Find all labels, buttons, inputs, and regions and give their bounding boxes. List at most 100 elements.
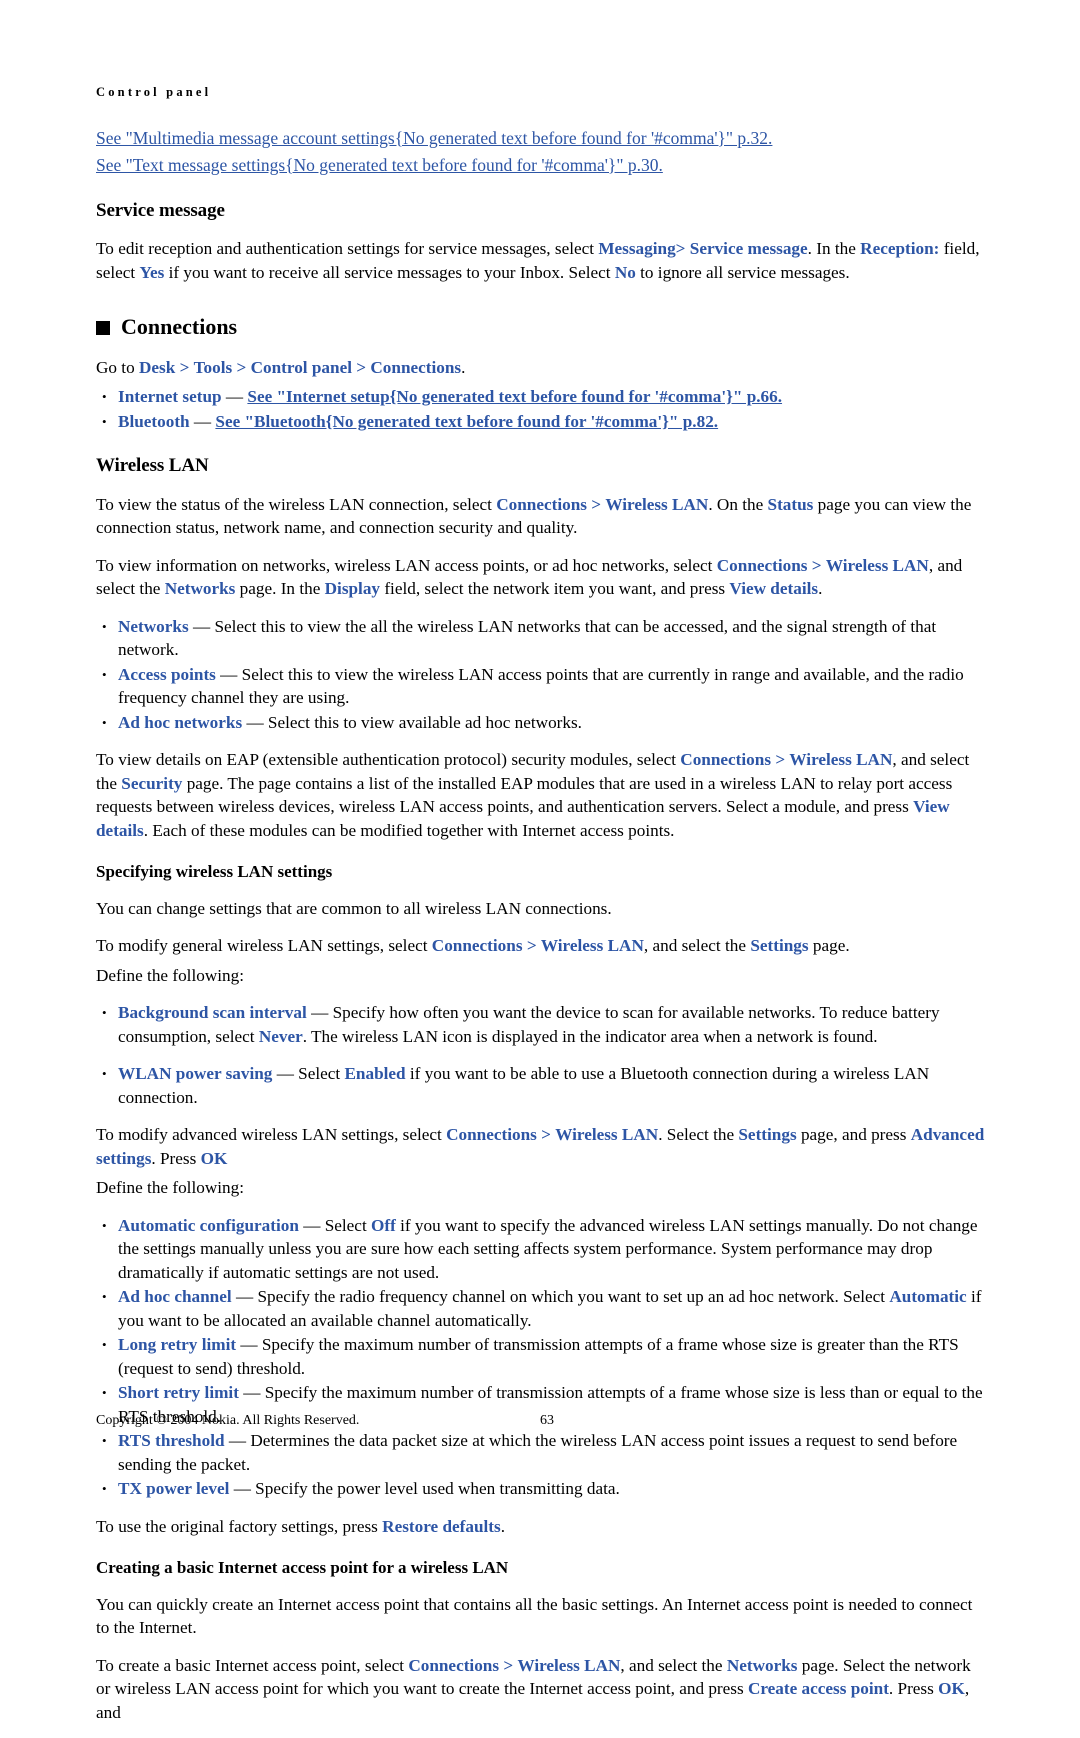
text-run: . The wireless LAN icon is displayed in … (302, 1026, 878, 1046)
ui-term-wireless-lan: Wireless LAN (789, 750, 893, 770)
text-run: — (242, 712, 268, 732)
ui-term-create-access-point: Create access point (747, 1679, 889, 1699)
separator-gt: > (775, 750, 786, 770)
cross-reference-link-mms-settings[interactable]: See "Multimedia message account settings… (96, 125, 988, 151)
ui-term-connections: Connections (370, 357, 462, 377)
ui-term-connections: Connections (716, 555, 808, 575)
ui-term-internet-setup: Internet setup (118, 387, 222, 407)
text-run: — (306, 1003, 333, 1023)
paragraph-modify-general: To modify general wireless LAN settings,… (96, 934, 988, 958)
list-general-settings: Background scan interval — Specify how o… (96, 1001, 988, 1048)
text-run: To edit reception and authentication set… (96, 239, 599, 259)
text-run: . In the (807, 239, 861, 259)
text-run: , and select the (643, 936, 751, 956)
ui-term-access-points: Access points (118, 664, 216, 684)
text-run: , and select the (620, 1655, 727, 1675)
text-run: field, select the network item you want,… (380, 579, 730, 599)
ui-term-off: Off (371, 1215, 396, 1235)
ui-term-background-scan-interval: Background scan interval (118, 1003, 307, 1023)
text-run: if you want to receive all service messa… (164, 262, 615, 282)
text-run: page, and press (796, 1125, 911, 1145)
text-run: To create a basic Internet access point,… (96, 1655, 409, 1675)
text-run: . Select the (658, 1125, 739, 1145)
page-number: 63 (540, 1413, 554, 1428)
list-advanced-settings: Automatic configuration — Select Off if … (96, 1214, 988, 1501)
ui-term-wireless-lan: Wireless LAN (555, 1125, 659, 1145)
text-run: Select this to view the wireless LAN acc… (118, 664, 964, 708)
list-item: Ad hoc networks — Select this to view av… (96, 711, 988, 735)
list-item: Long retry limit — Specify the maximum n… (96, 1333, 988, 1380)
text-run: page. (808, 936, 850, 956)
text-run: — (272, 1064, 299, 1084)
separator-gt: > (179, 357, 190, 377)
ui-term-ad-hoc-channel: Ad hoc channel (118, 1287, 232, 1307)
heading-wireless-lan: Wireless LAN (96, 455, 209, 477)
paragraph-define-following-1: Define the following: (96, 965, 244, 985)
separator-gt: > (541, 1125, 551, 1145)
list-power-saving: WLAN power saving — Select Enabled if yo… (96, 1062, 988, 1109)
ui-term-status: Status (767, 494, 814, 514)
text-run: To view information on networks, wireles… (96, 555, 717, 575)
running-header: Control panel (96, 85, 212, 99)
list-item: Background scan interval — Specify how o… (96, 1001, 988, 1048)
text-run: to ignore all service messages. (635, 262, 850, 282)
heading-service-message: Service message (96, 199, 225, 221)
list-item: Ad hoc channel — Specify the radio frequ… (96, 1285, 988, 1332)
separator-gt: > (675, 239, 686, 259)
list-wlan-view-options: Networks — Select this to view the all t… (96, 615, 988, 735)
ui-term-desk: Desk (138, 357, 176, 377)
text-run: Specify the radio frequency channel on w… (257, 1287, 890, 1307)
paragraph-service-message: To edit reception and authentication set… (96, 237, 988, 284)
cross-reference-link-bluetooth[interactable]: See "Bluetooth{No generated text before … (215, 412, 718, 431)
list-item: Bluetooth — See "Bluetooth{No generated … (96, 410, 988, 434)
text-run: — (231, 1287, 258, 1307)
ui-term-messaging: Messaging (598, 239, 676, 259)
ui-term-yes: Yes (139, 262, 165, 282)
paragraph-wlan-status: To view the status of the wireless LAN c… (96, 493, 988, 540)
ui-term-automatic: Automatic (889, 1287, 967, 1307)
separator-gt: > (503, 1655, 514, 1675)
list-item: Automatic configuration — Select Off if … (96, 1214, 988, 1285)
paragraph-create-intro: You can quickly create an Internet acces… (96, 1594, 973, 1638)
text-run: To modify advanced wireless LAN settings… (96, 1125, 447, 1145)
text-run: . Each of these modules can be modified … (143, 820, 675, 840)
ui-term-networks: Networks (726, 1655, 798, 1675)
text-run: — (188, 616, 215, 636)
paragraph-create-steps: To create a basic Internet access point,… (96, 1654, 988, 1725)
text-run: Select this to view available ad hoc net… (267, 712, 582, 732)
ui-term-security: Security (121, 773, 183, 793)
ui-term-never: Never (258, 1026, 303, 1046)
separator-gt: > (526, 936, 537, 956)
text-run: To modify general wireless LAN settings,… (96, 936, 432, 956)
ui-term-long-retry-limit: Long retry limit (118, 1335, 237, 1355)
ui-term-enabled: Enabled (344, 1064, 406, 1084)
list-item: TX power level — Specify the power level… (96, 1477, 988, 1501)
ui-term-ad-hoc-networks: Ad hoc networks (118, 712, 243, 732)
text-run: — (215, 664, 242, 684)
text-run: — (229, 1479, 256, 1499)
text-run: — (236, 1335, 262, 1355)
text-run: . (500, 1516, 505, 1536)
ui-term-control-panel: Control panel (250, 357, 352, 377)
ui-term-connections: Connections (408, 1655, 500, 1675)
text-run: . (818, 579, 823, 599)
heading-specifying-wlan-settings: Specifying wireless LAN settings (96, 862, 333, 882)
ui-term-bluetooth: Bluetooth (118, 411, 190, 431)
ui-term-restore-defaults: Restore defaults (382, 1516, 501, 1536)
text-run: Select this to view the all the wireless… (118, 616, 937, 660)
ui-term-networks: Networks (118, 616, 189, 636)
ui-term-tools: Tools (193, 357, 233, 377)
ui-term-connections: Connections (431, 936, 523, 956)
text-run: Select (298, 1064, 345, 1084)
heading-creating-access-point: Creating a basic Internet access point f… (96, 1558, 509, 1578)
ui-term-settings: Settings (738, 1125, 797, 1145)
list-item: WLAN power saving — Select Enabled if yo… (96, 1062, 988, 1109)
cross-reference-link-internet-setup[interactable]: See "Internet setup{No generated text be… (247, 387, 782, 406)
ui-term-reception: Reception: (860, 239, 940, 259)
paragraph-wlan-eap: To view details on EAP (extensible authe… (96, 748, 988, 842)
cross-reference-link-sms-settings[interactable]: See "Text message settings{No generated … (96, 152, 988, 178)
ui-term-service-message: Service message (689, 239, 808, 259)
text-run: Select (324, 1215, 372, 1235)
list-item: Networks — Select this to view the all t… (96, 615, 988, 662)
paragraph-common-settings: You can change settings that are common … (96, 898, 612, 918)
